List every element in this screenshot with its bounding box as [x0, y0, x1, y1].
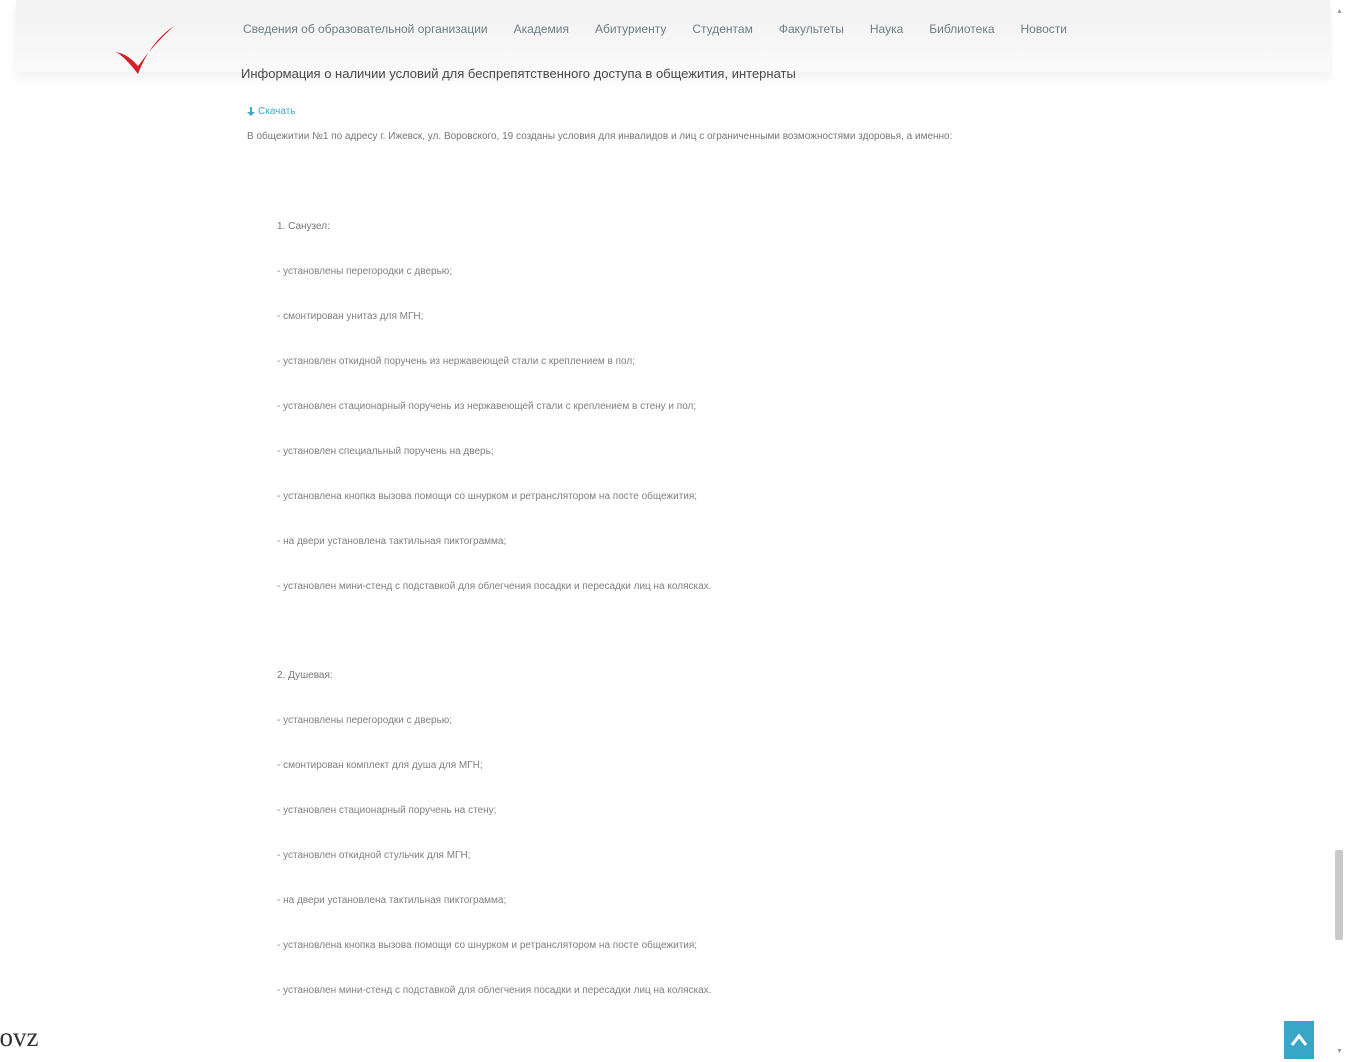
list-item: - установлен стационарный поручень из не… [277, 401, 697, 412]
list-item: - установлен мини-стенд с подставкой для… [277, 581, 712, 592]
list-item: - смонтирован комплект для душа для МГН; [277, 760, 483, 771]
section-heading: 1. Санузел: [277, 221, 330, 232]
main-nav: Сведения об образовательной организации … [243, 22, 1093, 36]
scroll-up-arrow-icon[interactable]: ▲ [1336, 8, 1343, 15]
scroll-down-arrow-icon[interactable]: ▼ [1336, 1048, 1343, 1055]
page-title: Информация о наличии условий для беспреп… [241, 66, 796, 81]
section-toilet: 1. Санузел: - установлены перегородки с … [277, 221, 711, 626]
list-item: - на двери установлена тактильная пиктог… [277, 895, 507, 906]
list-item: - установлена кнопка вызова помощи со шн… [277, 940, 698, 951]
list-item: - установлен специальный поручень на две… [277, 446, 494, 457]
list-item: - установлен откидной поручень из нержав… [277, 356, 636, 367]
download-icon [247, 106, 255, 116]
scroll-to-top-button[interactable] [1284, 1021, 1314, 1059]
download-label: Скачать [258, 106, 296, 117]
list-item: - установлен откидной стульчик для МГН; [277, 850, 471, 861]
nav-item-applicants[interactable]: Абитуриенту [595, 22, 666, 36]
nav-item-science[interactable]: Наука [870, 22, 903, 36]
list-item: - установлен мини-стенд с подставкой для… [277, 985, 712, 996]
section-shower: 2. Душевая: - установлены перегородки с … [277, 670, 711, 1030]
checkmark-icon [116, 26, 174, 74]
nav-item-faculties[interactable]: Факультеты [779, 22, 844, 36]
list-item: - смонтирован унитаз для МГН; [277, 311, 424, 322]
nav-item-about-organization[interactable]: Сведения об образовательной организации [243, 22, 488, 36]
site-header [16, 0, 1330, 72]
nav-item-academy[interactable]: Академия [514, 22, 569, 36]
download-link[interactable]: Скачать [247, 106, 296, 117]
list-item: - установлена кнопка вызова помощи со шн… [277, 491, 698, 502]
list-item: - на двери установлена тактильная пиктог… [277, 536, 507, 547]
list-item: - установлен стационарный поручень на ст… [277, 805, 497, 816]
nav-item-news[interactable]: Новости [1021, 22, 1067, 36]
nav-item-library[interactable]: Библиотека [929, 22, 994, 36]
nav-item-students[interactable]: Студентам [692, 22, 753, 36]
scrollbar-thumb[interactable] [1335, 850, 1343, 940]
section-heading: 2. Душевая: [277, 670, 333, 681]
chevron-up-icon [1290, 1033, 1308, 1046]
list-item: - установлены перегородки с дверью; [277, 266, 453, 277]
corner-text: /ovz [0, 1022, 39, 1052]
intro-text: В общежитии №1 по адресу г. Ижевск, ул. … [247, 131, 953, 142]
list-item: - установлены перегородки с дверью; [277, 715, 453, 726]
